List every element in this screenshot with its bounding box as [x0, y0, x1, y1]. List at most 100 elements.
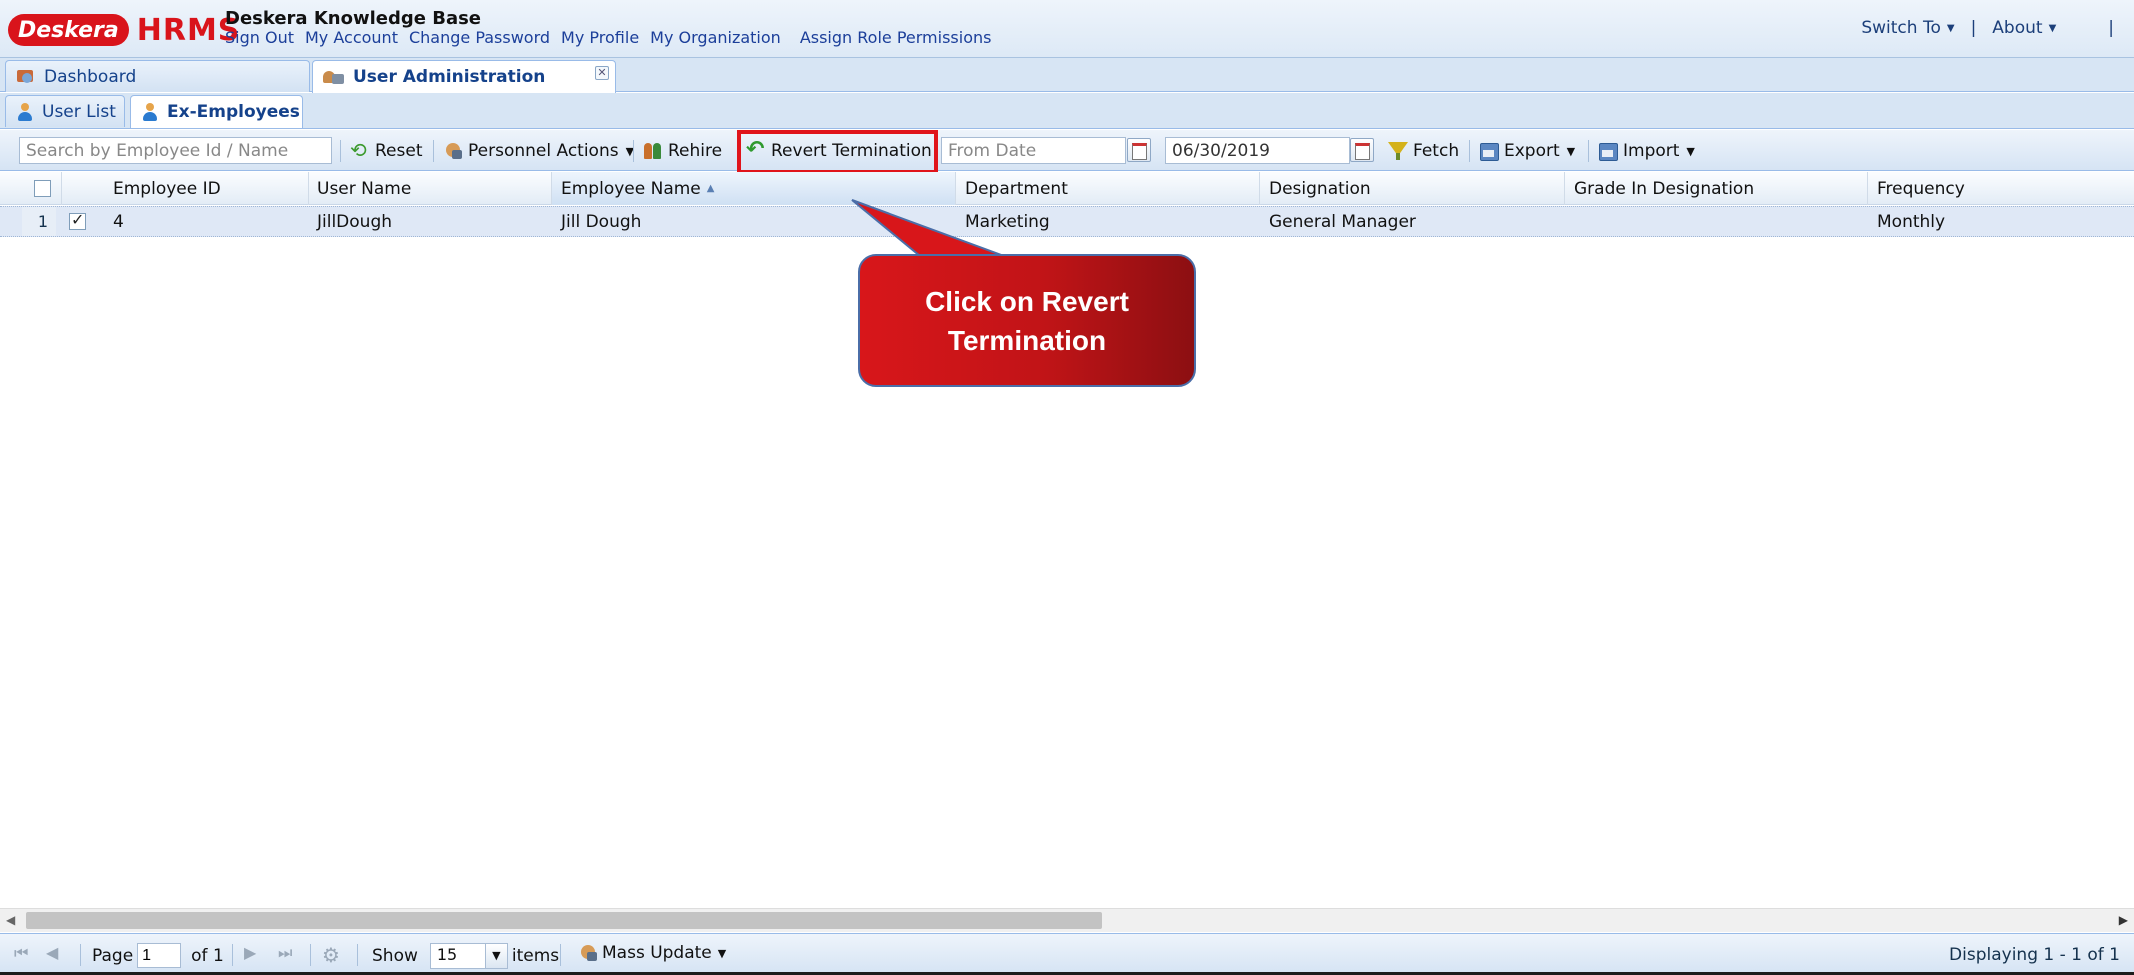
calendar-icon[interactable]	[1350, 138, 1374, 162]
assign-role-permissions-link[interactable]: Assign Role Permissions	[800, 28, 992, 47]
instruction-callout: Click on Revert Termination	[858, 254, 1196, 387]
tab-user-administration[interactable]: User Administration ✕	[312, 60, 616, 93]
grid-toolbar: Reset Personnel Actions ▼ Rehire Revert …	[0, 130, 2134, 171]
grid-header: Employee ID User Name Employee Name ▲ De…	[0, 172, 2134, 205]
col-employee-name[interactable]: Employee Name ▲	[552, 172, 956, 205]
import-button[interactable]: Import ▼	[1598, 138, 1695, 164]
reset-icon	[350, 138, 370, 162]
user-icon	[141, 102, 159, 122]
first-page-icon: ⏮	[14, 943, 29, 962]
my-account-link[interactable]: My Account	[305, 28, 398, 47]
change-password-link[interactable]: Change Password	[409, 28, 550, 47]
top-links: Sign Out My Account Change Password My P…	[225, 28, 991, 47]
display-info: Displaying 1 - 1 of 1	[1949, 945, 2120, 965]
app-header: Deskera HRMS Deskera Knowledge Base Sign…	[0, 0, 2134, 58]
personnel-icon	[443, 141, 463, 161]
user-admin-icon	[323, 68, 345, 86]
items-label: items	[511, 946, 560, 966]
export-button[interactable]: Export ▼	[1479, 138, 1575, 164]
calendar-icon[interactable]	[1127, 138, 1151, 162]
last-page-icon: ⏭	[278, 943, 293, 962]
revert-termination-highlight	[737, 130, 938, 174]
col-grade-in-designation[interactable]: Grade In Designation	[1565, 172, 1868, 205]
switch-to-label: Switch To	[1861, 18, 1941, 38]
horizontal-scrollbar[interactable]: ◀ ▶	[0, 908, 2134, 932]
prev-page-button[interactable]: ◀	[46, 943, 58, 962]
col-frequency[interactable]: Frequency	[1868, 172, 2134, 205]
table-row[interactable]: 1 4 JillDough Jill Dough Marketing Gener…	[0, 206, 2134, 237]
scroll-left-icon[interactable]: ◀	[6, 913, 15, 927]
sign-out-link[interactable]: Sign Out	[225, 28, 294, 47]
cell-employee-id: 4	[113, 211, 124, 232]
toolbar-separator	[1588, 140, 1589, 162]
menu-divider: |	[1970, 18, 1977, 38]
toolbar-separator	[560, 944, 561, 966]
main-tab-strip: Dashboard User Administration ✕	[0, 58, 2134, 93]
to-date-field[interactable]	[1165, 137, 1350, 164]
scroll-right-icon[interactable]: ▶	[2119, 913, 2128, 927]
menu-divider: |	[2108, 18, 2114, 38]
switch-to-menu[interactable]: Switch To ▼	[1861, 18, 1954, 38]
select-all-column	[0, 172, 62, 205]
col-employee-id[interactable]: Employee ID	[104, 172, 309, 205]
page-size-value: 15	[436, 945, 458, 964]
import-label: Import	[1623, 141, 1680, 161]
export-icon	[1479, 141, 1499, 161]
tab-user-list[interactable]: User List	[5, 95, 125, 127]
toolbar-separator	[232, 944, 233, 966]
row-checkbox[interactable]	[69, 210, 86, 230]
personnel-actions-button[interactable]: Personnel Actions ▼	[443, 138, 634, 164]
about-menu[interactable]: About ▼	[1992, 18, 2056, 38]
col-user-name[interactable]: User Name	[308, 172, 552, 205]
select-all-checkbox[interactable]	[34, 180, 51, 197]
dashboard-icon	[16, 68, 36, 86]
refresh-button[interactable]: ⚙	[322, 943, 340, 967]
prev-page-icon: ◀	[46, 943, 59, 962]
row-number: 1	[22, 207, 56, 236]
header-menus: Switch To ▼ | About ▼ |	[1861, 18, 2114, 38]
my-organization-link[interactable]: My Organization	[650, 28, 781, 47]
scrollbar-thumb[interactable]	[26, 912, 1102, 929]
sort-ascending-icon: ▲	[706, 183, 715, 194]
my-profile-link[interactable]: My Profile	[561, 28, 639, 47]
page-size-select[interactable]: 15 ▼	[429, 943, 508, 969]
cell-grade	[1565, 207, 1868, 236]
reset-button[interactable]: Reset	[350, 138, 423, 164]
mass-update-icon	[578, 943, 598, 963]
knowledge-base-title: Deskera Knowledge Base	[225, 8, 482, 29]
page-size-control: Show 15 ▼ items	[372, 943, 559, 969]
toolbar-separator	[357, 944, 358, 966]
page-number-input[interactable]	[137, 943, 182, 968]
chevron-down-icon[interactable]: ▼	[484, 944, 507, 968]
paging-toolbar: ⏮ ◀ Page of 1 ▶ ⏭ ⚙ Show 15 ▼ items Mass…	[0, 933, 2134, 973]
about-label: About	[1992, 18, 2043, 38]
fetch-button[interactable]: Fetch	[1388, 138, 1459, 164]
tab-user-list-label: User List	[42, 101, 116, 122]
import-icon	[1598, 141, 1618, 161]
cell-designation: General Manager	[1269, 211, 1416, 232]
chevron-down-icon: ▼	[1566, 144, 1576, 158]
last-page-button[interactable]: ⏭	[278, 943, 292, 963]
tab-dashboard[interactable]: Dashboard	[5, 60, 310, 92]
page-indicator: Page of 1	[92, 943, 224, 968]
deskera-logo[interactable]: Deskera HRMS	[8, 10, 240, 50]
col-designation[interactable]: Designation	[1260, 172, 1565, 205]
reset-label: Reset	[375, 141, 423, 161]
personnel-actions-label: Personnel Actions	[468, 141, 619, 161]
fetch-label: Fetch	[1413, 141, 1460, 161]
chevron-down-icon: ▼	[1686, 144, 1695, 158]
mass-update-button[interactable]: Mass Update ▼	[578, 943, 726, 963]
next-page-button[interactable]: ▶	[244, 943, 256, 962]
show-label: Show	[372, 946, 418, 966]
first-page-button[interactable]: ⏮	[14, 943, 28, 963]
toolbar-separator	[340, 140, 341, 162]
toolbar-separator	[310, 944, 311, 966]
toolbar-separator	[433, 140, 434, 162]
close-icon[interactable]: ✕	[595, 66, 609, 80]
col-department[interactable]: Department	[956, 172, 1260, 205]
tab-ex-employees[interactable]: Ex-Employees	[130, 95, 303, 128]
rehire-button[interactable]: Rehire	[643, 138, 722, 164]
from-date-field[interactable]	[941, 137, 1126, 164]
search-input[interactable]	[19, 137, 332, 164]
refresh-icon: ⚙	[322, 943, 340, 967]
